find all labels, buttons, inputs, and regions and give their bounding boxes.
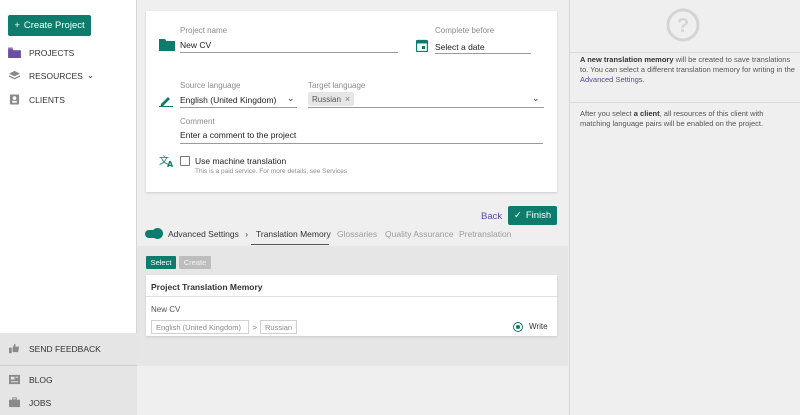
sidebar-item-projects[interactable]: PROJECTS — [8, 47, 74, 58]
plus-icon: + — [14, 20, 20, 31]
active-tab-indicator — [251, 244, 329, 245]
create-project-label: Create Project — [23, 20, 85, 31]
sidebar-item-label: JOBS — [29, 397, 52, 408]
date-input[interactable]: Select a date — [435, 42, 485, 52]
tab-pretranslation[interactable]: Pretranslation — [459, 229, 511, 239]
advanced-settings-text: Advanced Settings — [168, 229, 239, 239]
send-feedback-link[interactable]: SEND FEEDBACK — [8, 343, 101, 354]
svg-text:A: A — [167, 160, 174, 168]
help-bold: A new translation memory — [580, 55, 674, 64]
finish-button[interactable]: ✓ Finish — [508, 206, 557, 225]
contact-card-icon — [9, 94, 20, 105]
chevron-down-icon: ⌄ — [86, 70, 94, 80]
thumbs-icon — [9, 343, 20, 354]
toggle-knob — [152, 228, 163, 239]
comment-input[interactable]: Enter a comment to the project — [180, 130, 296, 140]
calendar-icon[interactable] — [416, 39, 428, 52]
sidebar-footer: SEND FEEDBACK BLOG JOBS — [0, 333, 137, 415]
language-chip: Russian × — [308, 92, 355, 106]
target-language-label: Target language — [308, 81, 366, 90]
question-circle-icon: ? — [666, 8, 700, 42]
help-text: After you select — [580, 109, 634, 118]
folder-icon — [159, 39, 175, 51]
help-text-client: After you select a client, all resources… — [580, 109, 795, 129]
back-button[interactable]: Back — [481, 211, 502, 222]
help-text-tm: A new translation memory will be created… — [580, 55, 795, 85]
create-project-button[interactable]: + Create Project — [8, 15, 91, 36]
source-language-label: Source language — [180, 81, 241, 90]
divider — [570, 102, 800, 103]
sidebar-item-label: CLIENTS — [29, 94, 65, 105]
layers-icon — [8, 70, 21, 80]
sidebar-item-label: SEND FEEDBACK — [29, 343, 101, 354]
sidebar: + Create Project PROJECTS RESOURCES ⌄ CL… — [0, 0, 137, 415]
project-name-input[interactable]: New CV — [180, 40, 211, 50]
help-panel: ? A new translation memory will be creat… — [569, 0, 800, 415]
chevron-down-icon[interactable]: ⌄ — [532, 93, 540, 104]
sidebar-item-label: RESOURCES — [29, 70, 83, 81]
select-button[interactable]: Select — [146, 256, 176, 269]
divider — [570, 52, 800, 53]
comment-label: Comment — [180, 117, 215, 126]
tab-quality-assurance[interactable]: Quality Assurance — [385, 229, 454, 239]
sidebar-item-resources[interactable]: RESOURCES ⌄ — [8, 70, 94, 81]
sidebar-item-label: PROJECTS — [29, 47, 75, 58]
chevron-right-icon: › — [245, 229, 249, 239]
sidebar-item-label: BLOG — [29, 374, 53, 385]
check-icon: ✓ — [513, 210, 522, 221]
tab-translation-memory[interactable]: Translation Memory — [256, 229, 331, 239]
help-text-end: . — [642, 75, 645, 84]
translation-memory-panel: Select Create Project Translation Memory… — [137, 246, 568, 366]
folder-icon — [8, 47, 21, 58]
divider — [180, 143, 543, 144]
blog-link[interactable]: BLOG — [8, 374, 53, 385]
complete-before-label: Complete before — [435, 26, 495, 35]
tm-card: Project Translation Memory New CV Englis… — [146, 275, 557, 336]
write-label: Write — [529, 322, 548, 331]
machine-translation-label: Use machine translation — [195, 156, 287, 166]
divider — [180, 107, 297, 108]
create-button: Create — [179, 256, 211, 269]
briefcase-icon — [9, 397, 20, 408]
divider — [0, 365, 137, 366]
machine-translation-checkbox[interactable] — [180, 156, 190, 166]
write-radio[interactable] — [513, 322, 523, 332]
translate-icon: 文A — [159, 154, 174, 168]
pencil-icon — [159, 97, 173, 107]
tm-header: Project Translation Memory — [146, 275, 557, 297]
divider — [435, 53, 531, 54]
tab-glossaries[interactable]: Glossaries — [337, 229, 377, 239]
advanced-settings-link[interactable]: Advanced Settings — [580, 75, 643, 84]
machine-translation-note: This is a paid service. For more details… — [195, 168, 348, 175]
divider — [308, 107, 544, 108]
chip-label: Russian — [312, 94, 341, 104]
chevron-down-icon[interactable]: ⌄ — [287, 93, 295, 104]
arrow-label: > — [252, 322, 258, 332]
advanced-settings-toggle[interactable] — [145, 228, 163, 239]
project-name-label: Project name — [180, 26, 228, 35]
jobs-link[interactable]: JOBS — [8, 397, 51, 408]
help-bold: a client — [633, 109, 660, 118]
finish-label: Finish — [525, 210, 552, 221]
divider — [180, 52, 398, 53]
project-form-card: Project name New CV Complete before Sele… — [146, 11, 557, 192]
tm-name: New CV — [151, 305, 181, 314]
sidebar-item-clients[interactable]: CLIENTS — [8, 94, 65, 105]
tm-source-language: English (United Kingdom) — [151, 320, 249, 334]
close-icon[interactable]: × — [345, 94, 350, 104]
tm-target-language: Russian — [260, 320, 297, 334]
advanced-settings-label[interactable]: Advanced Settings › — [168, 229, 248, 239]
source-language-select[interactable]: English (United Kingdom) — [180, 95, 276, 105]
main-content: Project name New CV Complete before Sele… — [137, 0, 568, 415]
newspaper-icon — [9, 374, 20, 385]
svg-text:?: ? — [677, 15, 689, 37]
